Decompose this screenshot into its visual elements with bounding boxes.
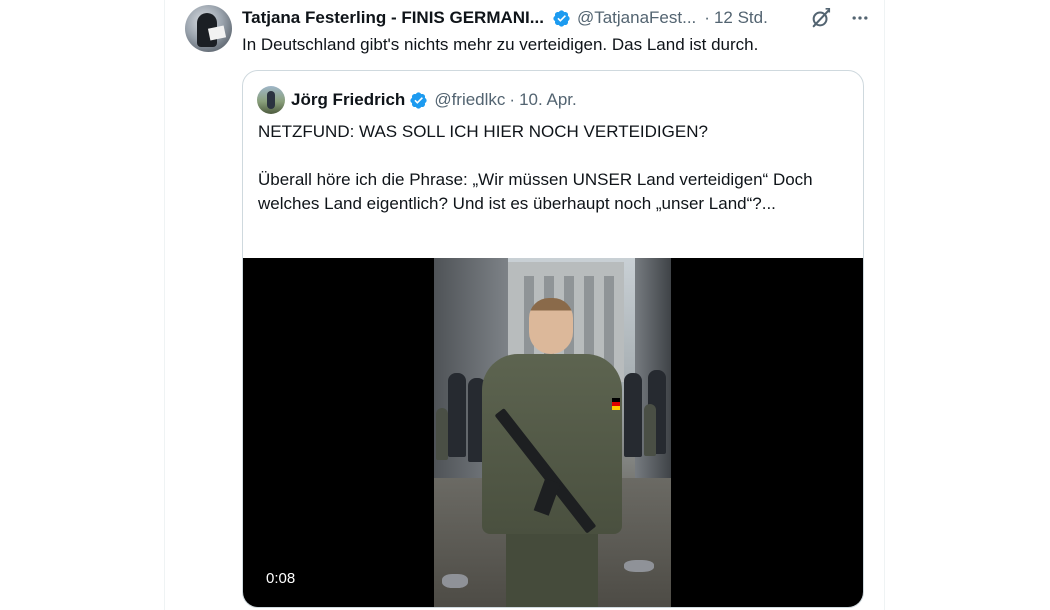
quoted-tweet[interactable]: Jörg Friedrich @friedlkc · 10. Apr. NETZ… [242, 70, 864, 608]
crowd-figure [448, 373, 466, 457]
tweet-text: In Deutschland gibt's nichts mehr zu ver… [242, 35, 759, 54]
rubble [624, 560, 654, 572]
column-border-right [884, 0, 885, 610]
soldier-legs [506, 526, 598, 607]
grok-icon[interactable] [810, 7, 832, 29]
author-name[interactable]: Tatjana Festerling - FINIS GERMANI... [242, 8, 544, 28]
soldier-head [529, 298, 573, 354]
flag-patch [612, 398, 620, 410]
more-icon[interactable] [850, 8, 870, 28]
video-duration: 0:08 [266, 570, 296, 587]
quote-text: NETZFUND: WAS SOLL ICH HIER NOCH VERTEID… [258, 120, 848, 216]
quote-paragraph: Überall höre ich die Phrase: „Wir müssen… [258, 170, 813, 213]
author-handle[interactable]: @TatjanaFest... [577, 8, 696, 28]
quote-header: Jörg Friedrich @friedlkc · 10. Apr. [257, 86, 577, 114]
quote-timestamp[interactable]: 10. Apr. [519, 90, 577, 110]
child-figure [436, 408, 448, 460]
quote-header-separator: · [509, 90, 516, 109]
rubble [442, 574, 468, 588]
avatar-paper [207, 25, 227, 41]
quote-author-name[interactable]: Jörg Friedrich [291, 90, 405, 110]
tweet-header: Tatjana Festerling - FINIS GERMANI... @T… [242, 6, 870, 30]
quote-author-avatar[interactable] [257, 86, 285, 114]
crowd-figure [624, 373, 642, 457]
tweet-timestamp[interactable]: 12 Std. [714, 8, 768, 28]
verified-badge-icon [410, 91, 427, 109]
soldier-body [482, 354, 622, 534]
quote-author-handle[interactable]: @friedlkc [434, 90, 505, 110]
verified-badge-icon [553, 9, 570, 27]
video-player[interactable]: 0:08 [243, 258, 863, 607]
quote-paragraph: NETZFUND: WAS SOLL ICH HIER NOCH VERTEID… [258, 122, 708, 141]
child-figure [644, 404, 656, 456]
author-avatar[interactable] [185, 5, 232, 52]
video-frame [434, 258, 671, 607]
tweet[interactable]: Tatjana Festerling - FINIS GERMANI... @T… [165, 0, 884, 610]
header-separator: · [704, 8, 710, 27]
